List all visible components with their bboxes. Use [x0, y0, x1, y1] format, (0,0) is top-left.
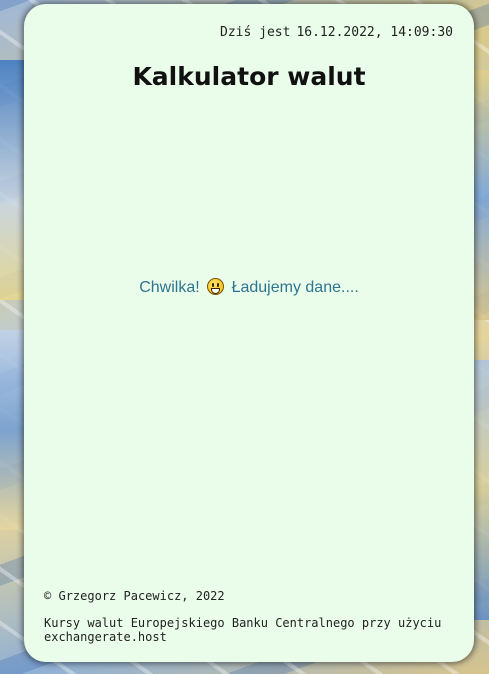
copyright-author: Grzegorz Pacewicz, 2022 [58, 589, 225, 603]
page-title: Kalkulator walut [132, 62, 366, 91]
data-source-attribution: Kursy walut Europejskiego Banku Centraln… [44, 616, 442, 644]
loading-text: Ładujemy dane.... [231, 279, 359, 296]
copyright: © Grzegorz Pacewicz, 2022 [44, 589, 454, 603]
current-datetime: Dziś jest 16.12.2022, 14:09:30 [220, 25, 453, 40]
date-label: Dziś jest [220, 25, 291, 40]
loading-message: Chwilka! Ładujemy dane.... [24, 278, 474, 297]
calculator-card: Dziś jest 16.12.2022, 14:09:30 Kalkulator… [24, 4, 474, 662]
loading-prefix: Chwilka! [139, 279, 200, 296]
datetime-value: 16.12.2022, 14:09:30 [296, 25, 453, 40]
footer: © Grzegorz Pacewicz, 2022 Kursy walut Eu… [44, 589, 454, 644]
grinning-face-icon [207, 278, 225, 295]
copyright-symbol: © [44, 589, 52, 603]
